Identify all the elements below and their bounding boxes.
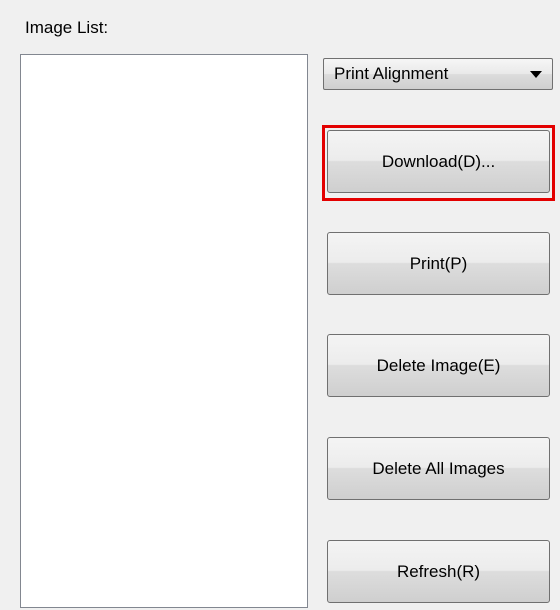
delete-image-button[interactable]: Delete Image(E) [327, 334, 550, 397]
download-button[interactable]: Download(D)... [327, 130, 550, 193]
mode-dropdown[interactable]: Print Alignment [323, 58, 553, 90]
image-list-label: Image List: [25, 18, 109, 37]
mode-dropdown-value: Print Alignment [334, 64, 449, 83]
image-list[interactable] [20, 54, 308, 608]
refresh-button[interactable]: Refresh(R) [327, 540, 550, 603]
chevron-down-icon[interactable] [530, 70, 542, 78]
delete-all-images-button[interactable]: Delete All Images [327, 437, 550, 500]
print-button[interactable]: Print(P) [327, 232, 550, 295]
